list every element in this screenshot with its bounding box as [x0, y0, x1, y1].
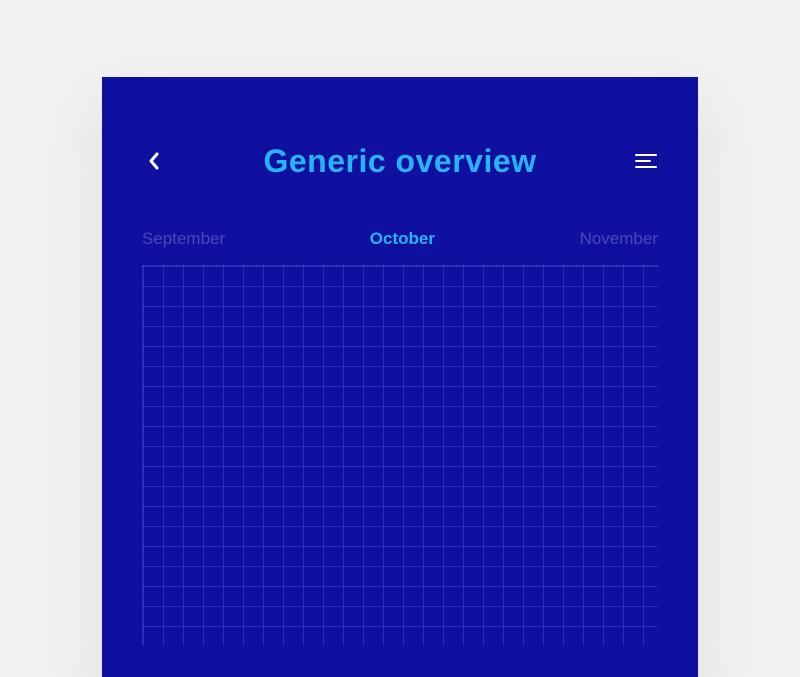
menu-button[interactable]	[634, 149, 658, 173]
menu-icon	[635, 154, 657, 168]
month-navigation: September October November	[102, 229, 698, 249]
chart-grid	[142, 265, 658, 645]
page-title: Generic overview	[263, 143, 536, 180]
month-tab-prev[interactable]: September	[142, 229, 225, 249]
month-tab-next[interactable]: November	[580, 229, 658, 249]
chevron-left-icon	[148, 152, 160, 170]
back-button[interactable]	[142, 149, 166, 173]
app-screen: Generic overview September October Novem…	[102, 77, 698, 677]
month-tab-current[interactable]: October	[370, 229, 435, 249]
header: Generic overview	[102, 77, 698, 197]
